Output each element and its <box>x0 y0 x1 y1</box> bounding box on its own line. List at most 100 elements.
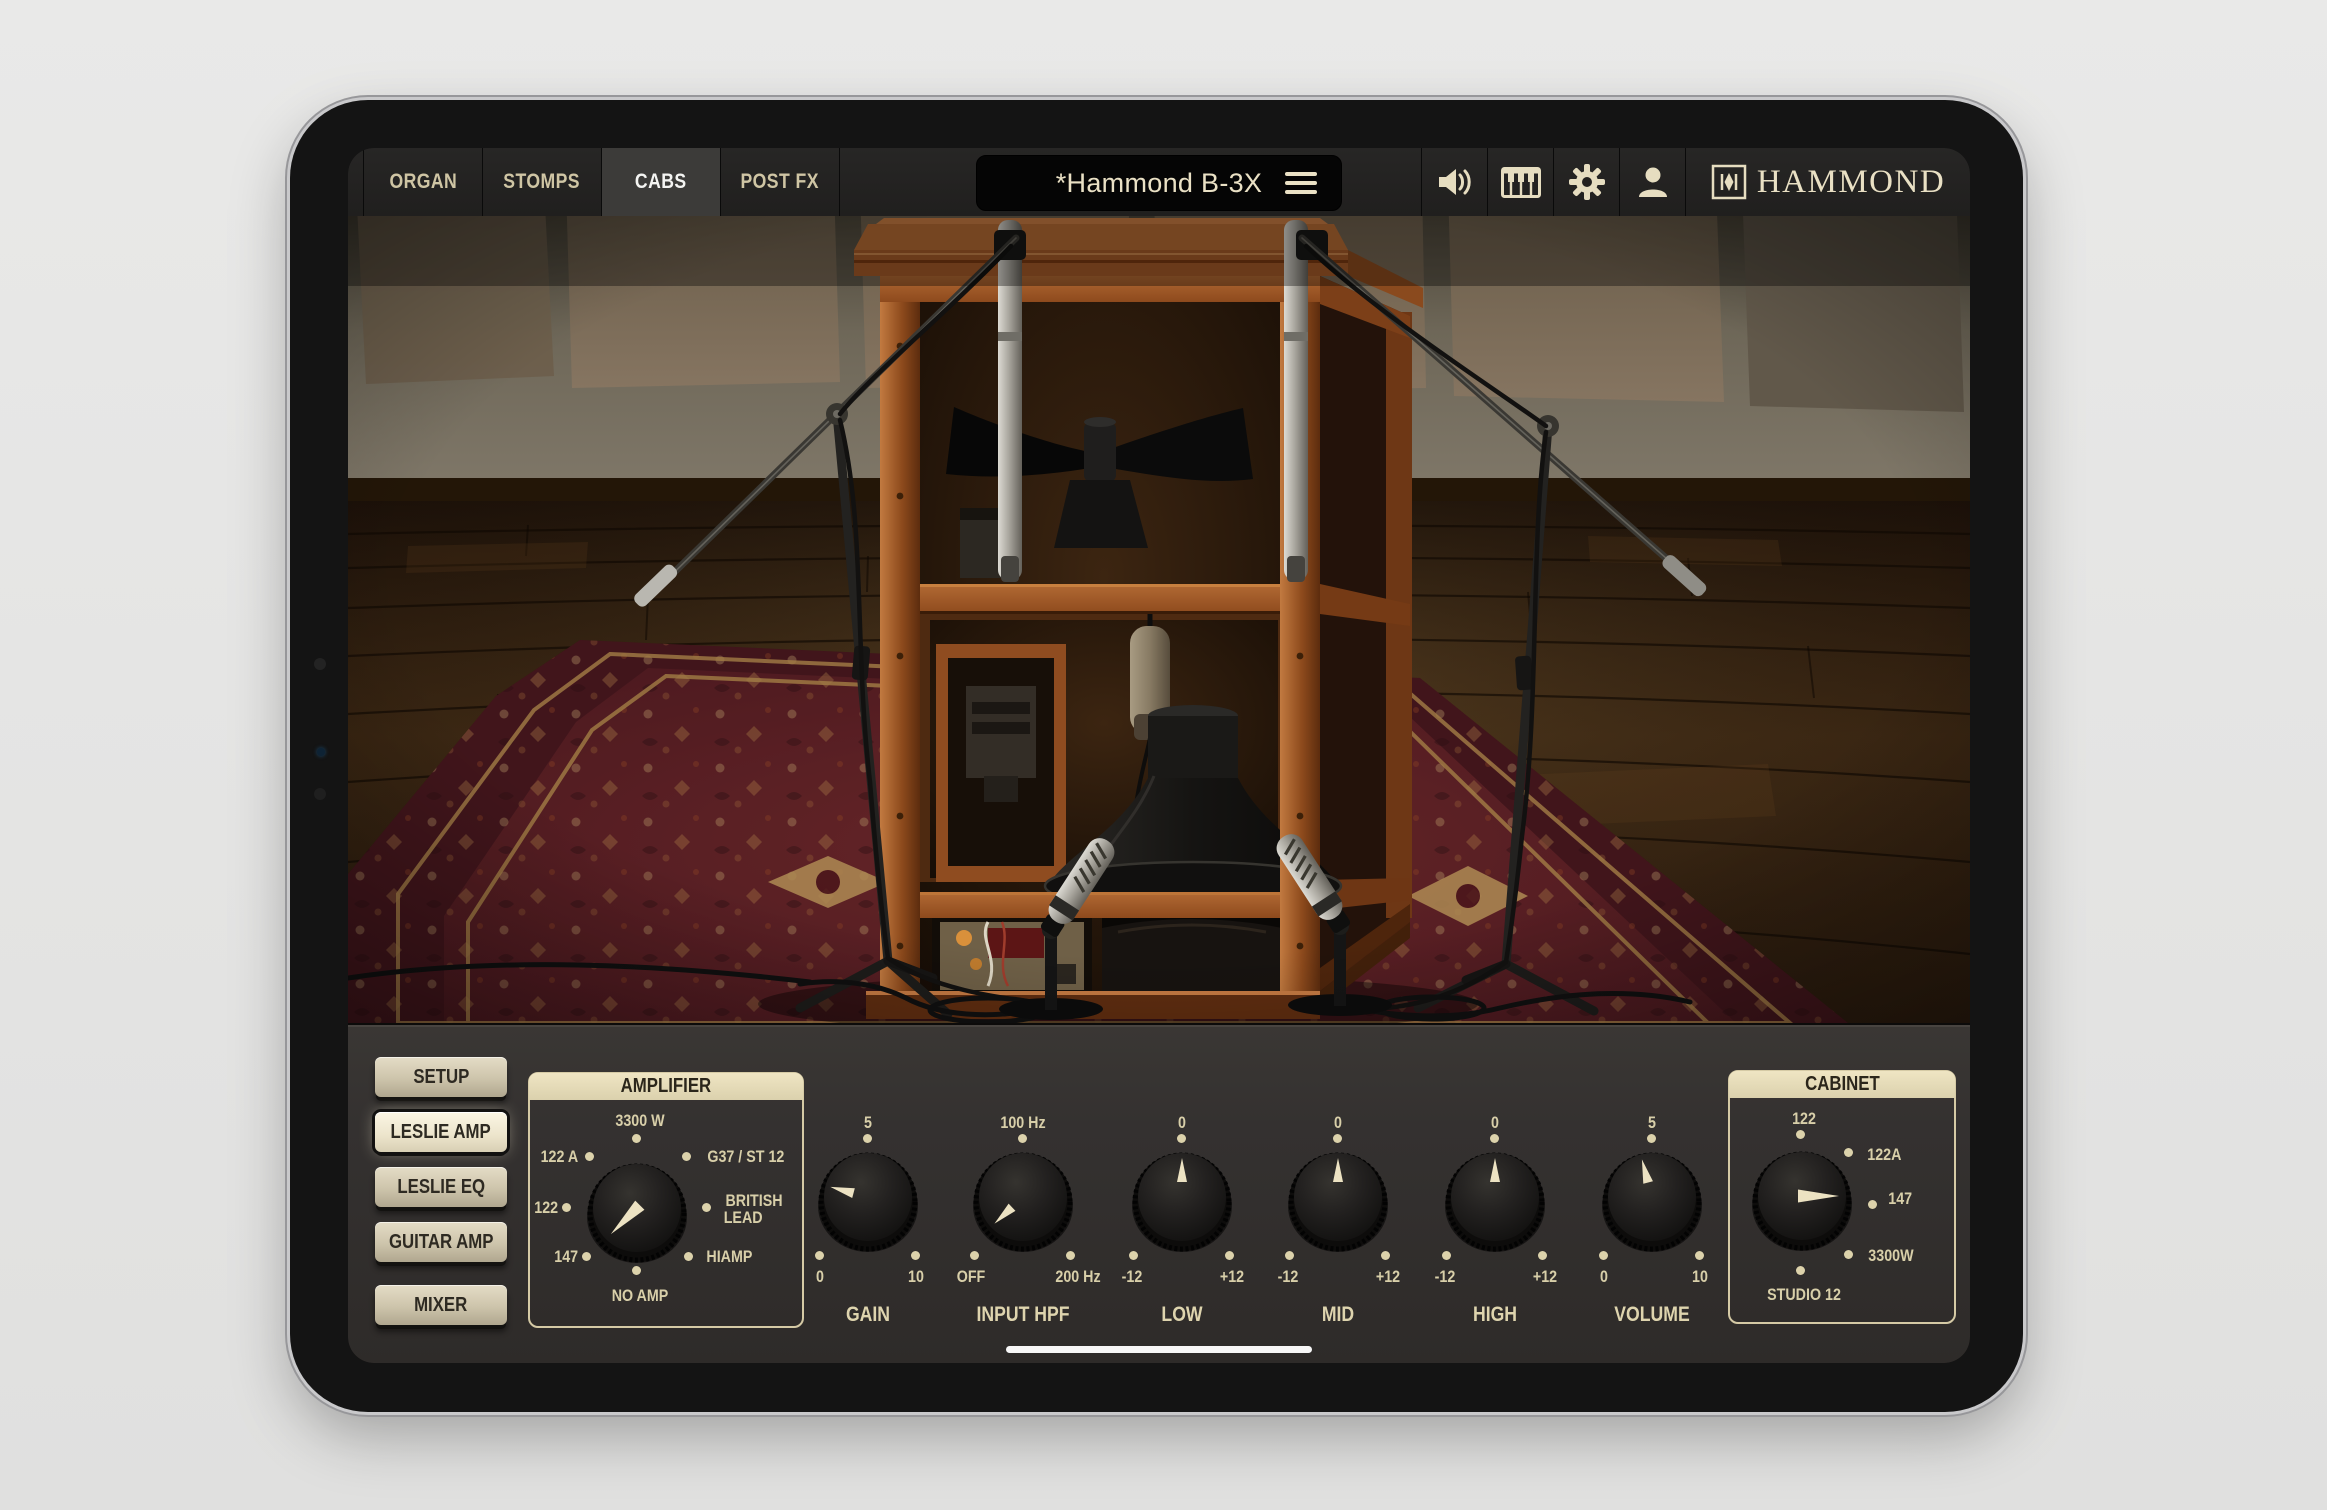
gain-max-label: 10 <box>908 1268 924 1285</box>
hpf-top-label: 100 Hz <box>1000 1114 1045 1131</box>
leslie-amp-button-label: LESLIE AMP <box>391 1121 491 1144</box>
volume-icon <box>1437 166 1473 198</box>
input-hpf-knob-unit: 100 Hz OFF 200 Hz INPUT HPF <box>938 1110 1108 1335</box>
volume-caption: VOLUME <box>1614 1303 1689 1327</box>
setup-button-label: SETUP <box>413 1066 469 1089</box>
amp-option-british-lead: BRITISH LEAD <box>720 1192 788 1226</box>
volume-knob-unit: 5 0 10 VOLUME <box>1567 1110 1737 1335</box>
amp-option-147: 147 <box>552 1248 580 1265</box>
gain-knob-unit: 5 0 10 GAIN <box>783 1110 953 1335</box>
ipad-device-frame: ORGAN STOMPS CABS POST FX *Hammond B-3X <box>290 100 2023 1412</box>
high-knob[interactable] <box>1440 1145 1550 1255</box>
top-bar-actions: HAMMOND <box>1421 148 1970 216</box>
cab-dot-studio12 <box>1796 1266 1805 1275</box>
preset-selector[interactable]: *Hammond B-3X <box>976 155 1342 211</box>
tab-organ[interactable]: ORGAN <box>364 148 483 216</box>
low-top-label: 0 <box>1178 1114 1186 1131</box>
bezel-sensor-dot <box>317 748 325 756</box>
gain-caption: GAIN <box>846 1303 890 1327</box>
high-top-dot <box>1490 1134 1499 1143</box>
low-top-dot <box>1177 1134 1186 1143</box>
tab-stomps[interactable]: STOMPS <box>483 148 602 216</box>
gain-top-label: 5 <box>864 1114 872 1131</box>
hpf-min-label: OFF <box>957 1268 986 1285</box>
volume-button[interactable] <box>1421 148 1487 216</box>
amp-dot-noamp <box>632 1266 641 1275</box>
leslie-eq-button[interactable]: LESLIE EQ <box>375 1167 507 1207</box>
gain-top-dot <box>863 1134 872 1143</box>
amp-option-122a: 122 A <box>537 1148 582 1165</box>
tab-organ-label: ORGAN <box>389 170 457 194</box>
bezel-camera-dot <box>314 658 326 670</box>
hammond-logo-text: HAMMOND <box>1757 164 1945 201</box>
high-caption: HIGH <box>1473 1303 1517 1327</box>
settings-button[interactable] <box>1553 148 1619 216</box>
amp-dot-122 <box>562 1203 571 1212</box>
control-panel: SETUP LESLIE AMP LESLIE EQ GUITAR AMP MI… <box>348 1023 1970 1363</box>
mid-max-label: +12 <box>1376 1268 1400 1285</box>
cabinet-group-title: CABINET <box>1729 1071 1955 1098</box>
low-caption: LOW <box>1161 1303 1202 1327</box>
amplifier-knob[interactable] <box>582 1156 692 1266</box>
hamburger-icon[interactable] <box>1285 172 1317 194</box>
cab-dot-147 <box>1868 1200 1877 1209</box>
high-knob-unit: 0 -12 +12 HIGH <box>1410 1110 1580 1335</box>
tab-stomps-label: STOMPS <box>504 170 581 194</box>
gain-min-label: 0 <box>816 1268 824 1285</box>
mixer-button[interactable]: MIXER <box>375 1285 507 1325</box>
mid-caption: MID <box>1322 1303 1354 1327</box>
preset-name: *Hammond B-3X <box>1056 168 1262 199</box>
mid-min-label: -12 <box>1278 1268 1299 1285</box>
app-screen: ORGAN STOMPS CABS POST FX *Hammond B-3X <box>348 148 1970 1363</box>
volume-knob[interactable] <box>1597 1145 1707 1255</box>
tab-postfx[interactable]: POST FX <box>721 148 840 216</box>
cab-dot-122 <box>1796 1130 1805 1139</box>
high-min-label: -12 <box>1435 1268 1456 1285</box>
keyboard-icon <box>1501 167 1541 198</box>
home-indicator[interactable] <box>1006 1346 1312 1353</box>
leslie-amp-button[interactable]: LESLIE AMP <box>375 1112 507 1152</box>
main-tabs: ORGAN STOMPS CABS POST FX <box>363 148 840 216</box>
amp-option-g37st12: G37 / ST 12 <box>700 1148 792 1165</box>
gear-icon <box>1569 164 1605 200</box>
amplifier-selector-group: AMPLIFIER 3300 W 122 A 122 147 NO AMP G3… <box>528 1072 804 1328</box>
guitar-amp-button[interactable]: GUITAR AMP <box>375 1222 507 1262</box>
user-icon <box>1636 165 1670 199</box>
studio-scene <box>348 216 1970 1023</box>
mid-knob-unit: 0 -12 +12 MID <box>1253 1110 1423 1335</box>
cab-option-3300w: 3300W <box>1864 1247 1918 1264</box>
cabinet-selector-group: CABINET 122 122A 147 3300W STUDIO 12 <box>1728 1070 1956 1324</box>
amp-option-3300w: 3300 W <box>611 1112 670 1129</box>
low-knob-unit: 0 -12 +12 LOW <box>1097 1110 1267 1335</box>
tab-cabs[interactable]: CABS <box>602 148 721 216</box>
mid-knob[interactable] <box>1283 1145 1393 1255</box>
gain-knob[interactable] <box>813 1145 923 1255</box>
low-knob[interactable] <box>1127 1145 1237 1255</box>
low-max-label: +12 <box>1220 1268 1244 1285</box>
volume-min-label: 0 <box>1600 1268 1608 1285</box>
cab-option-147: 147 <box>1886 1190 1914 1207</box>
top-bar: ORGAN STOMPS CABS POST FX *Hammond B-3X <box>348 148 1970 216</box>
hammond-box-logo-icon <box>1711 164 1747 200</box>
leslie-eq-button-label: LESLIE EQ <box>397 1176 485 1199</box>
amplifier-group-title: AMPLIFIER <box>529 1073 803 1100</box>
amp-dot-british-lead <box>702 1203 711 1212</box>
tab-cabs-label: CABS <box>635 170 687 194</box>
setup-button[interactable]: SETUP <box>375 1057 507 1097</box>
amp-option-hiamp: HIAMP <box>702 1248 757 1265</box>
user-button[interactable] <box>1619 148 1685 216</box>
cabinet-knob[interactable] <box>1747 1144 1857 1254</box>
mid-top-label: 0 <box>1334 1114 1342 1131</box>
hammond-logo: HAMMOND <box>1685 148 1970 216</box>
input-hpf-knob[interactable] <box>968 1145 1078 1255</box>
hpf-top-dot <box>1018 1134 1027 1143</box>
bezel-camera-dot <box>314 788 326 800</box>
hpf-max-label: 200 Hz <box>1055 1268 1100 1285</box>
volume-top-label: 5 <box>1648 1114 1656 1131</box>
high-max-label: +12 <box>1533 1268 1557 1285</box>
cab-option-122: 122 <box>1790 1110 1818 1127</box>
keyboard-button[interactable] <box>1487 148 1553 216</box>
volume-max-label: 10 <box>1692 1268 1708 1285</box>
page-background: ORGAN STOMPS CABS POST FX *Hammond B-3X <box>0 0 2327 1510</box>
guitar-amp-button-label: GUITAR AMP <box>389 1231 494 1254</box>
